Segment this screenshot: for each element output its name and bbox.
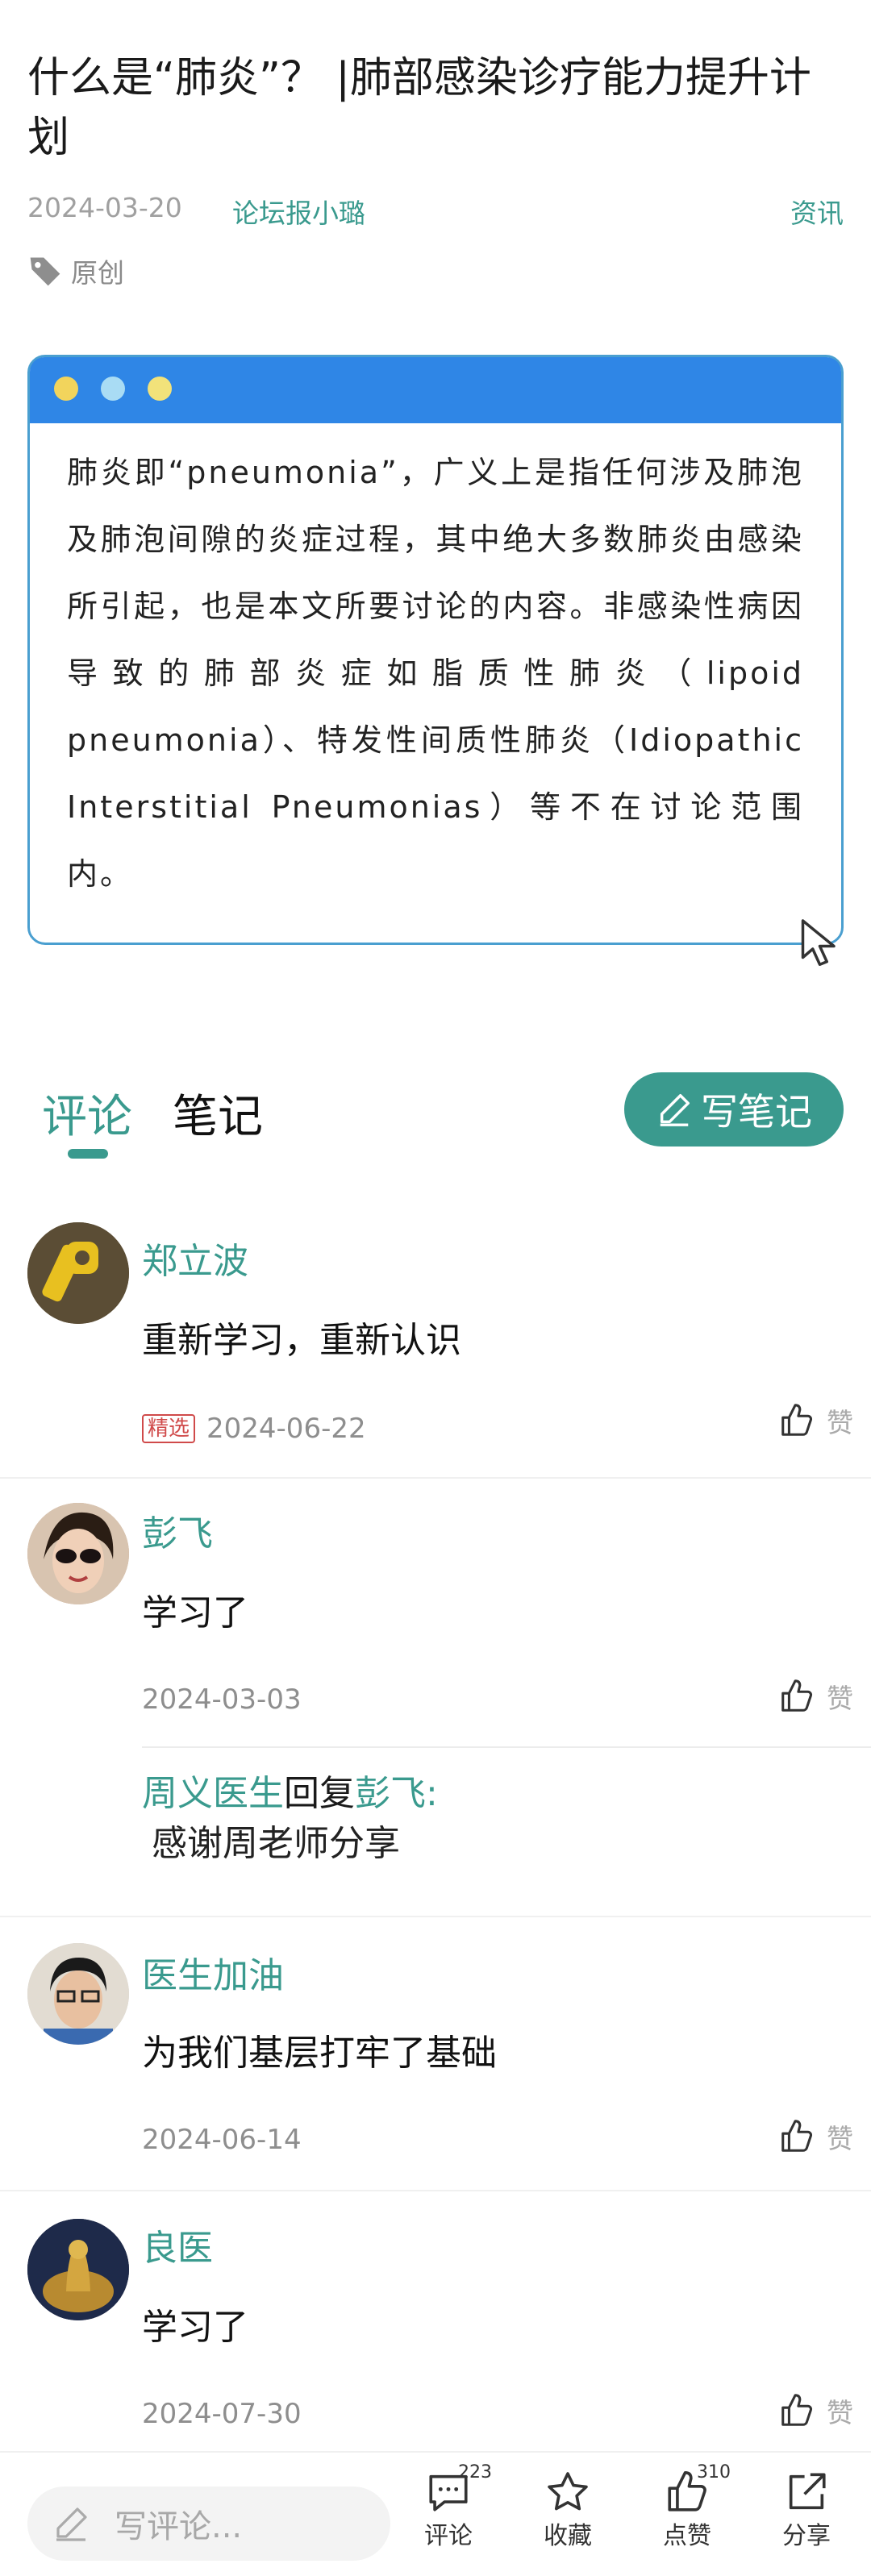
- card-dot-icon: [148, 377, 172, 401]
- reply-verb: 回复: [284, 1773, 355, 1814]
- comment-date: 2024-07-30: [142, 2398, 302, 2430]
- bottom-action-bar: 写评论... 223 评论 收藏 310 点赞 分享: [0, 2451, 871, 2576]
- comment-meta: 2024-07-30: [142, 2398, 302, 2430]
- pencil-icon: [56, 2507, 87, 2541]
- summary-card: 肺炎即“pneumonia”，广义上是指任何涉及肺泡及肺泡间隙的炎症过程，其中绝…: [27, 355, 844, 966]
- featured-badge: 精选: [142, 1414, 196, 1443]
- divider: [0, 1916, 871, 1917]
- like-label: 赞: [827, 2397, 853, 2428]
- comment-meta: 2024-06-14: [142, 2124, 302, 2156]
- tab-notes[interactable]: 笔记: [173, 1080, 263, 1146]
- comment-meta: 精选 2024-06-22: [142, 1413, 366, 1445]
- like-article-button[interactable]: 310 点赞: [647, 2462, 731, 2551]
- like-button[interactable]: 赞: [778, 1677, 853, 1716]
- comment-input[interactable]: 写评论...: [27, 2487, 390, 2561]
- card-header: [30, 357, 841, 423]
- like-label: 赞: [827, 1683, 853, 1714]
- like-count: 310: [697, 2462, 731, 2482]
- share-icon: [789, 2473, 826, 2510]
- comment-text: 学习了: [142, 2307, 248, 2348]
- avatar[interactable]: [27, 1503, 129, 1604]
- reply-text: 感谢周老师分享: [152, 1823, 400, 1864]
- article-category[interactable]: 资讯: [790, 192, 844, 231]
- comment-count: 223: [458, 2462, 492, 2482]
- like-button[interactable]: 赞: [778, 2391, 853, 2430]
- tag-label: 原创: [71, 257, 124, 289]
- card-dot-icon: [101, 377, 125, 401]
- comment-button[interactable]: 223 评论: [408, 2462, 492, 2551]
- pencil-icon: [660, 1094, 690, 1126]
- comment-input-placeholder: 写评论...: [115, 2508, 243, 2545]
- star-icon: [548, 2472, 588, 2511]
- comment-text: 为我们基层打牢了基础: [142, 2033, 497, 2074]
- comment-author[interactable]: 彭飞: [142, 1504, 213, 1556]
- thumbs-up-icon: [781, 1404, 813, 1436]
- comment-date: 2024-03-03: [142, 1683, 302, 1716]
- tab-indicator: [68, 1149, 108, 1159]
- like-label: 赞: [827, 2123, 853, 2154]
- card-dot-icon: [54, 377, 78, 401]
- comment-text: 重新学习，重新认识: [142, 1320, 461, 1361]
- card-body: 肺炎即“pneumonia”，广义上是指任何涉及肺泡及肺泡间隙的炎症过程，其中绝…: [67, 455, 804, 892]
- write-note-button[interactable]: 写笔记: [624, 1072, 844, 1147]
- like-article-label: 点赞: [663, 2522, 711, 2550]
- divider: [142, 1746, 871, 1748]
- avatar[interactable]: [27, 2219, 129, 2320]
- tab-comments[interactable]: 评论: [42, 1080, 132, 1146]
- divider: [0, 2190, 871, 2191]
- share-button[interactable]: 分享: [766, 2469, 847, 2551]
- avatar[interactable]: [27, 1222, 129, 1324]
- tag-icon: [30, 257, 60, 286]
- article-author[interactable]: 论坛报小璐: [232, 192, 365, 231]
- comment-author[interactable]: 郑立波: [142, 1232, 248, 1284]
- article-date: 2024-03-20: [27, 192, 182, 223]
- reply-author[interactable]: 周义医生: [142, 1773, 284, 1814]
- comment-date: 2024-06-14: [142, 2124, 302, 2156]
- article-tag: 原创: [27, 253, 124, 289]
- like-button[interactable]: 赞: [778, 1401, 853, 1440]
- reply-block: 周义医生回复彭飞: 感谢周老师分享: [142, 1769, 438, 1869]
- share-button-label: 分享: [782, 2522, 831, 2550]
- favorite-button-label: 收藏: [544, 2522, 592, 2550]
- favorite-button[interactable]: 收藏: [527, 2469, 608, 2551]
- article-title: 什么是“肺炎”？ |肺部感染诊疗能力提升计划: [27, 54, 811, 162]
- like-label: 赞: [827, 1407, 853, 1438]
- thumbs-up-icon: [781, 1679, 813, 1712]
- write-note-label: 写笔记: [701, 1090, 812, 1134]
- thumbs-up-icon: [781, 2120, 813, 2152]
- divider: [0, 1477, 871, 1479]
- cursor-icon: [801, 919, 836, 966]
- avatar[interactable]: [27, 1943, 129, 2045]
- comment-author[interactable]: 医生加油: [142, 1946, 284, 1998]
- comment-meta: 2024-03-03: [142, 1683, 302, 1716]
- comment-date: 2024-06-22: [206, 1413, 366, 1445]
- comment-author[interactable]: 良医: [142, 2219, 213, 2270]
- reply-target[interactable]: 彭飞:: [355, 1773, 438, 1814]
- like-button[interactable]: 赞: [778, 2117, 853, 2156]
- comment-button-label: 评论: [424, 2522, 473, 2550]
- comment-text: 学习了: [142, 1592, 248, 1633]
- thumbs-up-icon: [781, 2394, 813, 2426]
